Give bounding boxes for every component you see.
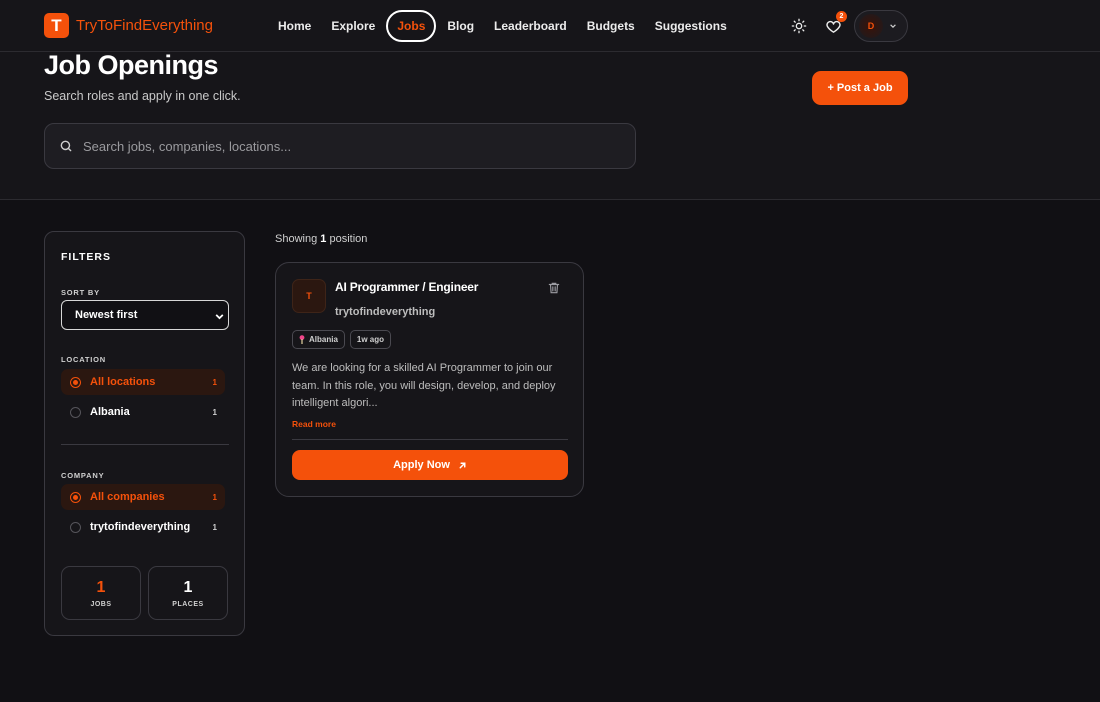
sun-icon [791,18,807,34]
brand-logo: T [44,13,69,38]
radio-unselected [70,406,81,418]
radio-selected [70,491,81,503]
job-card: T AI Programmer / Engineer trytofindever… [275,262,584,497]
page-subtitle: Search roles and apply in one click. [44,89,241,103]
option-label: Albania [90,406,130,418]
location-tag-text: Albania [309,335,338,344]
avatar: D [859,14,883,38]
stat-places-label: PLACES [172,600,204,608]
read-more-link[interactable]: Read more [292,419,336,429]
search-box [44,123,636,169]
filters-title: FILTERS [61,251,111,263]
option-count: 1 [212,522,217,532]
sort-select[interactable]: Newest first [61,300,229,330]
option-count: 1 [212,492,217,502]
sort-value: Newest first [75,309,138,321]
page-title: Job Openings [44,50,219,80]
brand-name: TryToFindEverything [76,17,213,34]
option-label: trytofindeverything [90,521,191,533]
nav-actions: 2 D [788,10,908,42]
apply-now-button[interactable]: Apply Now [292,450,568,480]
sort-label: SORT BY [61,288,100,297]
apply-now-label: Apply Now [393,459,450,471]
option-count: 1 [212,377,217,387]
results-prefix: Showing [275,233,318,245]
results-number: 1 [320,233,327,245]
results-suffix: position [329,233,368,245]
nav-link-suggestions[interactable]: Suggestions [645,10,737,42]
nav-links: Home Explore Jobs Blog Leaderboard Budge… [268,10,737,42]
posted-tag: 1w ago [349,330,392,349]
option-count: 1 [212,407,217,417]
nav-link-leaderboard[interactable]: Leaderboard [484,10,577,42]
option-label: All companies [90,491,165,503]
company-option-trytofindeverything[interactable]: trytofindeverything 1 [61,514,225,540]
theme-toggle-button[interactable] [788,15,810,37]
stat-jobs: 1 JOBS [61,566,141,620]
search-icon [60,140,72,152]
nav-link-blog[interactable]: Blog [437,10,484,42]
trash-icon [548,282,560,294]
company-logo: T [292,279,326,313]
job-tags: Albania 1w ago [292,330,396,349]
divider [61,444,229,445]
location-label: LOCATION [61,355,107,364]
brand[interactable]: T TryToFindEverything [44,13,213,38]
stat-places: 1 PLACES [148,566,228,620]
stat-jobs-label: JOBS [90,600,112,608]
nav-link-jobs[interactable]: Jobs [386,10,437,42]
delete-job-button[interactable] [547,281,561,300]
option-label: All locations [90,376,156,388]
company-option-all[interactable]: All companies 1 [61,484,225,510]
search-input[interactable] [83,138,603,154]
location-option-albania[interactable]: Albania 1 [61,399,225,425]
job-title[interactable]: AI Programmer / Engineer [335,280,478,294]
chevron-down-icon [890,24,896,29]
stat-places-value: 1 [183,578,193,596]
location-option-all[interactable]: All locations 1 [61,369,225,395]
post-job-button[interactable]: + Post a Job [812,71,908,105]
favorites-count-badge: 2 [836,11,847,22]
company-label: COMPANY [61,471,105,480]
stat-jobs-value: 1 [96,578,106,596]
map-pin-icon [299,335,305,344]
filters-panel: FILTERS SORT BY Newest first LOCATION Al… [44,231,245,636]
nav-link-explore[interactable]: Explore [321,10,385,42]
user-menu-button[interactable]: D [854,10,908,42]
results-count: Showing 1 position [275,233,367,245]
nav-link-home[interactable]: Home [268,10,321,42]
top-nav: T TryToFindEverything Home Explore Jobs … [0,0,1100,52]
radio-unselected [70,521,81,533]
radio-selected [70,376,81,388]
chevron-down-icon [215,314,224,320]
hero-section: Job Openings Search roles and apply in o… [0,50,1100,200]
location-tag: Albania [292,330,345,349]
divider [292,439,568,440]
job-description: We are looking for a skilled AI Programm… [292,362,556,409]
arrow-up-right-icon [459,462,466,468]
job-company: trytofindeverything [335,306,436,318]
nav-link-budgets[interactable]: Budgets [577,10,645,42]
favorites-button[interactable]: 2 [822,11,847,37]
